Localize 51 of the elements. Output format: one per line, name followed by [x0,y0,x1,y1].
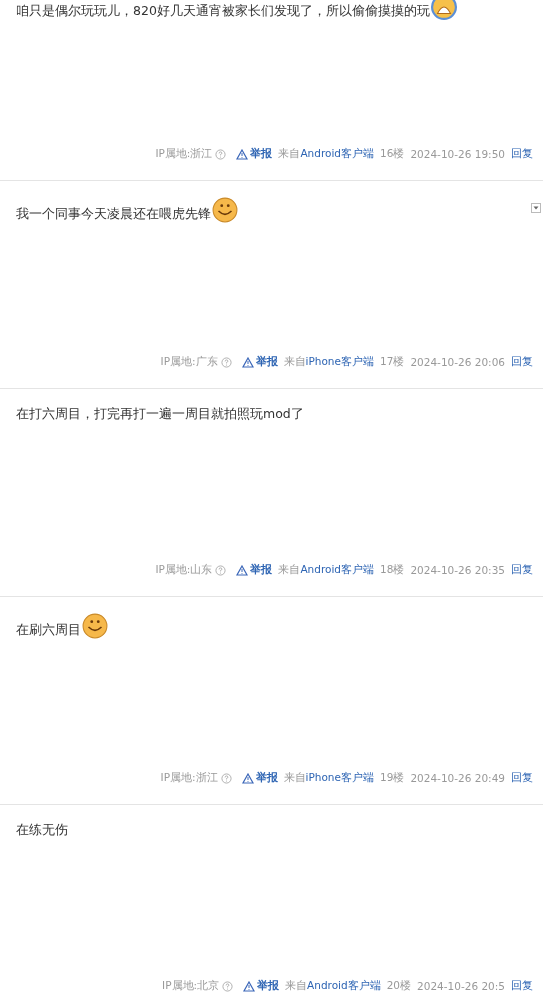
source-label: 来自 [278,563,301,577]
floor-number: 19楼 [380,771,405,785]
ip-location: IP属地:浙江 [160,771,218,785]
ip-location: IP属地:北京 [162,979,220,993]
reply-link[interactable]: 回复 [511,563,533,577]
client-link[interactable]: iPhone客户端 [305,771,374,785]
client-link[interactable]: Android客户端 [300,147,374,161]
help-icon[interactable] [220,356,232,368]
post-text: 我一个同事今天凌晨还在喂虎先锋 [16,205,211,223]
warning-icon [241,356,254,368]
ip-location: IP属地:广东 [160,355,218,369]
source-label: 来自 [285,979,308,993]
floor-number: 20楼 [386,979,412,993]
source-label: 来自 [278,147,301,161]
post-time: 2024-10-26 20:06 [410,356,505,368]
post-time: 2024-10-26 20:5 [417,980,505,992]
reply-link[interactable]: 回复 [511,355,533,369]
warning-icon [241,772,254,784]
floor-number: 17楼 [380,355,405,369]
client-link[interactable]: Android客户端 [307,979,381,993]
client-link[interactable]: Android客户端 [300,563,374,577]
reply-link[interactable]: 回复 [511,147,533,161]
report-link[interactable]: 举报 [236,563,273,577]
help-icon[interactable] [215,564,227,576]
post-text: 在练无伤 [16,821,68,839]
post-time: 2024-10-26 20:35 [410,564,505,576]
post-text: 在打六周目，打完再打一遍一周目就拍照玩mod了 [16,405,304,423]
post-time: 2024-10-26 20:49 [410,772,505,784]
help-icon[interactable] [222,980,234,992]
warning-icon [236,148,249,160]
post-text: 咱只是偶尔玩玩儿，820好几天通宵被家长们发现了，所以偷偷摸摸的玩 [16,2,430,20]
ip-location: IP属地:山东 [155,563,213,577]
report-link[interactable]: 举报 [236,147,273,161]
dropdown-toggle-icon[interactable] [531,203,541,213]
reply-link[interactable]: 回复 [511,771,533,785]
warning-icon [243,980,256,992]
warning-icon [236,564,249,576]
help-icon[interactable] [220,772,232,784]
floor-number: 18楼 [380,563,405,577]
help-icon[interactable] [215,148,227,160]
client-link[interactable]: iPhone客户端 [305,355,374,369]
report-link[interactable]: 举报 [241,355,278,369]
report-link[interactable]: 举报 [241,771,278,785]
post-time: 2024-10-26 19:50 [410,148,505,160]
report-link[interactable]: 举报 [243,979,280,993]
post-text: 在刷六周目 [16,621,81,639]
source-label: 来自 [283,355,306,369]
floor-number: 16楼 [380,147,405,161]
reply-link[interactable]: 回复 [511,979,533,993]
source-label: 来自 [283,771,306,785]
ip-location: IP属地:浙江 [155,147,213,161]
